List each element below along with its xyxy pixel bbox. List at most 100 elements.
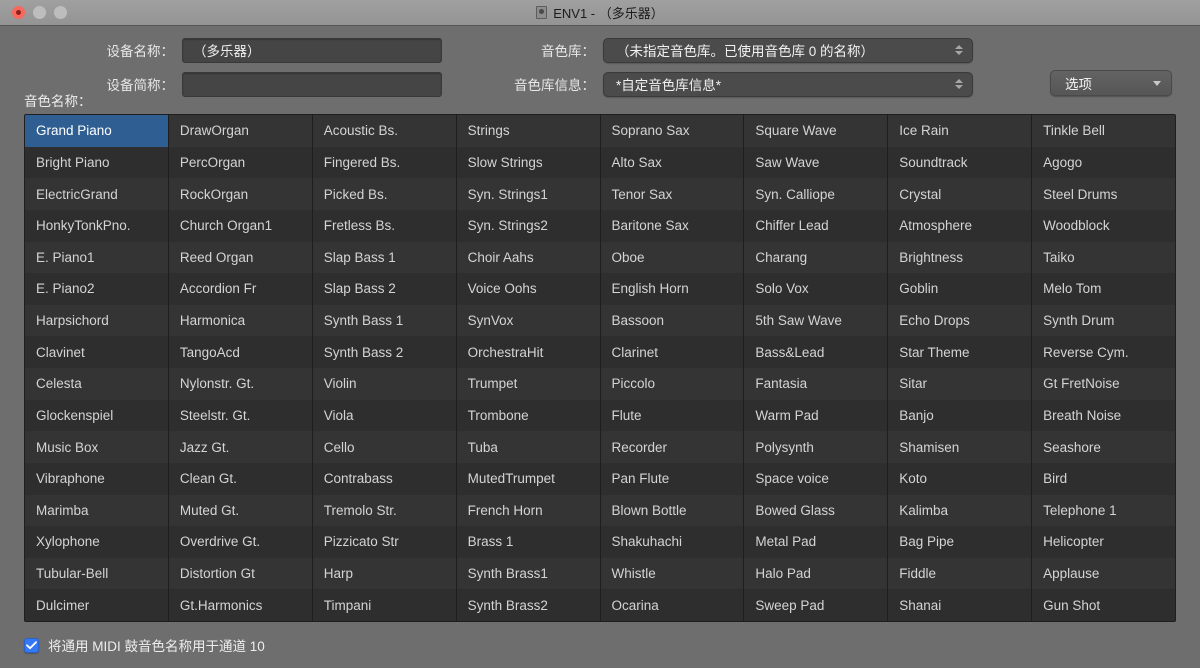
patch-list-item[interactable]: E. Piano2 <box>25 273 168 305</box>
patch-list-item[interactable]: Shakuhachi <box>600 526 744 558</box>
patch-list-item[interactable]: E. Piano1 <box>25 241 168 274</box>
patch-list-item[interactable]: Harp <box>312 557 456 590</box>
patch-list-item[interactable]: Slap Bass 2 <box>312 273 456 305</box>
patch-list-item[interactable]: Bowed Glass <box>744 494 888 527</box>
patch-list-item[interactable]: Picked Bs. <box>312 178 456 210</box>
patch-list-item[interactable]: Slow Strings <box>456 146 600 179</box>
patch-list-item[interactable]: Shamisen <box>888 431 1032 463</box>
patch-list-item[interactable]: Trombone <box>456 399 600 432</box>
gm-drum-checkbox[interactable] <box>24 637 39 653</box>
patch-list-item[interactable]: Voice Oohs <box>456 273 600 305</box>
patch-list-item[interactable]: Contrabass <box>312 462 456 495</box>
patch-list-item[interactable]: Tuba <box>456 431 600 463</box>
patch-list-item[interactable]: MutedTrumpet <box>456 462 600 495</box>
patch-list-item[interactable]: Clean Gt. <box>168 462 312 495</box>
patch-list-item[interactable]: Warm Pad <box>744 399 888 432</box>
patch-list-item[interactable]: Cello <box>312 431 456 463</box>
minimize-button[interactable] <box>33 6 46 19</box>
patch-list-item[interactable]: Oboe <box>600 241 744 274</box>
patch-list-item[interactable]: Tubular-Bell <box>25 557 168 590</box>
patch-list-item[interactable]: Telephone 1 <box>1032 494 1175 527</box>
patch-list-item[interactable]: Marimba <box>25 494 168 527</box>
patch-list-item[interactable]: Pizzicato Str <box>312 526 456 558</box>
patch-list-item[interactable]: Solo Vox <box>744 273 888 305</box>
patch-list-item[interactable]: Star Theme <box>888 336 1032 368</box>
patch-list-item[interactable]: Fiddle <box>888 557 1032 590</box>
patch-list-item[interactable]: Nylonstr. Gt. <box>168 368 312 400</box>
patch-list-item[interactable]: Helicopter <box>1032 526 1175 558</box>
patch-list-item[interactable]: Taiko <box>1032 241 1175 274</box>
patch-list-item[interactable]: Atmosphere <box>888 209 1032 242</box>
patch-list-item[interactable]: Alto Sax <box>600 146 744 179</box>
patch-list-item[interactable]: PercOrgan <box>168 146 312 179</box>
patch-list-item[interactable]: Harmonica <box>168 304 312 337</box>
patch-list-item[interactable]: Echo Drops <box>888 304 1032 337</box>
patch-list-item[interactable]: Saw Wave <box>744 146 888 179</box>
bank-select[interactable]: （未指定音色库。已使用音色库 0 的名称） <box>603 37 973 63</box>
patch-list-item[interactable]: Sitar <box>888 368 1032 400</box>
patch-list-item[interactable]: Blown Bottle <box>600 494 744 527</box>
patch-list-item[interactable]: Crystal <box>888 178 1032 210</box>
patch-list-item[interactable]: Flute <box>600 399 744 432</box>
patch-list-item[interactable]: Charang <box>744 241 888 274</box>
patch-list-item[interactable]: Music Box <box>25 431 168 463</box>
patch-list-item[interactable]: Sweep Pad <box>744 589 888 621</box>
patch-list-item[interactable]: Koto <box>888 462 1032 495</box>
patch-list-item[interactable]: ElectricGrand <box>25 178 168 210</box>
patch-list-item[interactable]: SynVox <box>456 304 600 337</box>
patch-list-item[interactable]: English Horn <box>600 273 744 305</box>
patch-list-item[interactable]: Jazz Gt. <box>168 431 312 463</box>
patch-list-item[interactable]: Square Wave <box>744 115 888 147</box>
patch-list-item[interactable]: Halo Pad <box>744 557 888 590</box>
patch-list-item[interactable]: Bag Pipe <box>888 526 1032 558</box>
patch-list-item[interactable]: Timpani <box>312 589 456 621</box>
patch-list-item[interactable]: Choir Aahs <box>456 241 600 274</box>
patch-list-item[interactable]: Steel Drums <box>1032 178 1175 210</box>
stepper-arrows-icon[interactable] <box>952 45 966 55</box>
patch-list-item[interactable]: Accordion Fr <box>168 273 312 305</box>
patch-list-item[interactable]: Gun Shot <box>1032 589 1175 621</box>
patch-list-item[interactable]: Bright Piano <box>25 146 168 179</box>
patch-list-item[interactable]: Ice Rain <box>888 115 1032 147</box>
patch-list-item[interactable]: Synth Brass2 <box>456 589 600 621</box>
patch-list-item[interactable]: Trumpet <box>456 368 600 400</box>
patch-list-item[interactable]: Clarinet <box>600 336 744 368</box>
patch-list-item[interactable]: Banjo <box>888 399 1032 432</box>
patch-list-item[interactable]: Agogo <box>1032 146 1175 179</box>
stepper-arrows-icon[interactable] <box>952 79 966 89</box>
patch-list-item[interactable]: TangoAcd <box>168 336 312 368</box>
patch-list-item[interactable]: Clavinet <box>25 336 168 368</box>
device-short-input[interactable] <box>182 71 442 97</box>
patch-list-item[interactable]: Syn. Calliope <box>744 178 888 210</box>
patch-list-item[interactable]: Applause <box>1032 557 1175 590</box>
patch-list-item[interactable]: Grand Piano <box>25 115 168 147</box>
patch-list-item[interactable]: Church Organ1 <box>168 209 312 242</box>
patch-list-item[interactable]: Acoustic Bs. <box>312 115 456 147</box>
close-button[interactable] <box>12 6 25 19</box>
patch-list-item[interactable]: French Horn <box>456 494 600 527</box>
patch-list-item[interactable]: Fingered Bs. <box>312 146 456 179</box>
patch-list-item[interactable]: 5th Saw Wave <box>744 304 888 337</box>
patch-list-item[interactable]: Harpsichord <box>25 304 168 337</box>
patch-name-list[interactable]: Grand Piano Bright Piano ElectricGrand Honk… <box>24 114 1176 622</box>
patch-list-item[interactable]: Ocarina <box>600 589 744 621</box>
patch-list-item[interactable]: Gt FretNoise <box>1032 368 1175 400</box>
patch-list-item[interactable]: Tremolo Str. <box>312 494 456 527</box>
patch-list-item[interactable]: Soprano Sax <box>600 115 744 147</box>
patch-list-item[interactable]: Slap Bass 1 <box>312 241 456 274</box>
patch-list-item[interactable]: Seashore <box>1032 431 1175 463</box>
patch-list-item[interactable]: Woodblock <box>1032 209 1175 242</box>
patch-list-item[interactable]: Celesta <box>25 368 168 400</box>
patch-list-item[interactable]: Goblin <box>888 273 1032 305</box>
bank-info-select[interactable]: *自定音色库信息* <box>603 71 973 97</box>
device-name-input[interactable]: （多乐器） <box>182 37 442 63</box>
patch-list-item[interactable]: Baritone Sax <box>600 209 744 242</box>
patch-list-item[interactable]: Brass 1 <box>456 526 600 558</box>
options-button[interactable]: 选项 <box>1050 70 1172 96</box>
patch-list-item[interactable]: Xylophone <box>25 526 168 558</box>
patch-list-item[interactable]: OrchestraHit <box>456 336 600 368</box>
patch-list-item[interactable]: Melo Tom <box>1032 273 1175 305</box>
patch-list-item[interactable]: Brightness <box>888 241 1032 274</box>
patch-list-item[interactable]: Reed Organ <box>168 241 312 274</box>
patch-list-item[interactable]: Soundtrack <box>888 146 1032 179</box>
